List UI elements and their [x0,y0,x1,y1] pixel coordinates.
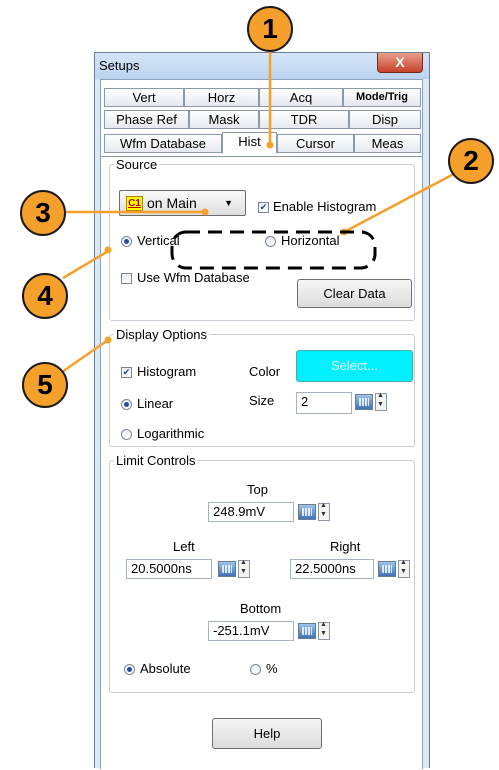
callout-1: 1 [247,6,293,52]
callout-dot-4 [104,246,112,254]
callout-dot-5 [104,336,112,344]
callout-5: 5 [22,362,68,408]
callout-3: 3 [20,190,66,236]
callout-2: 2 [448,138,494,184]
callout-leader-2 [343,166,466,234]
callout-overlay [61,50,466,374]
callout-dot-3 [201,208,209,216]
callout-dot-1 [266,141,274,149]
callout-4: 4 [22,273,68,319]
callout-leader-4 [62,248,111,280]
vertical-horizontal-highlight [170,230,377,270]
callout-leader-5 [61,338,109,374]
